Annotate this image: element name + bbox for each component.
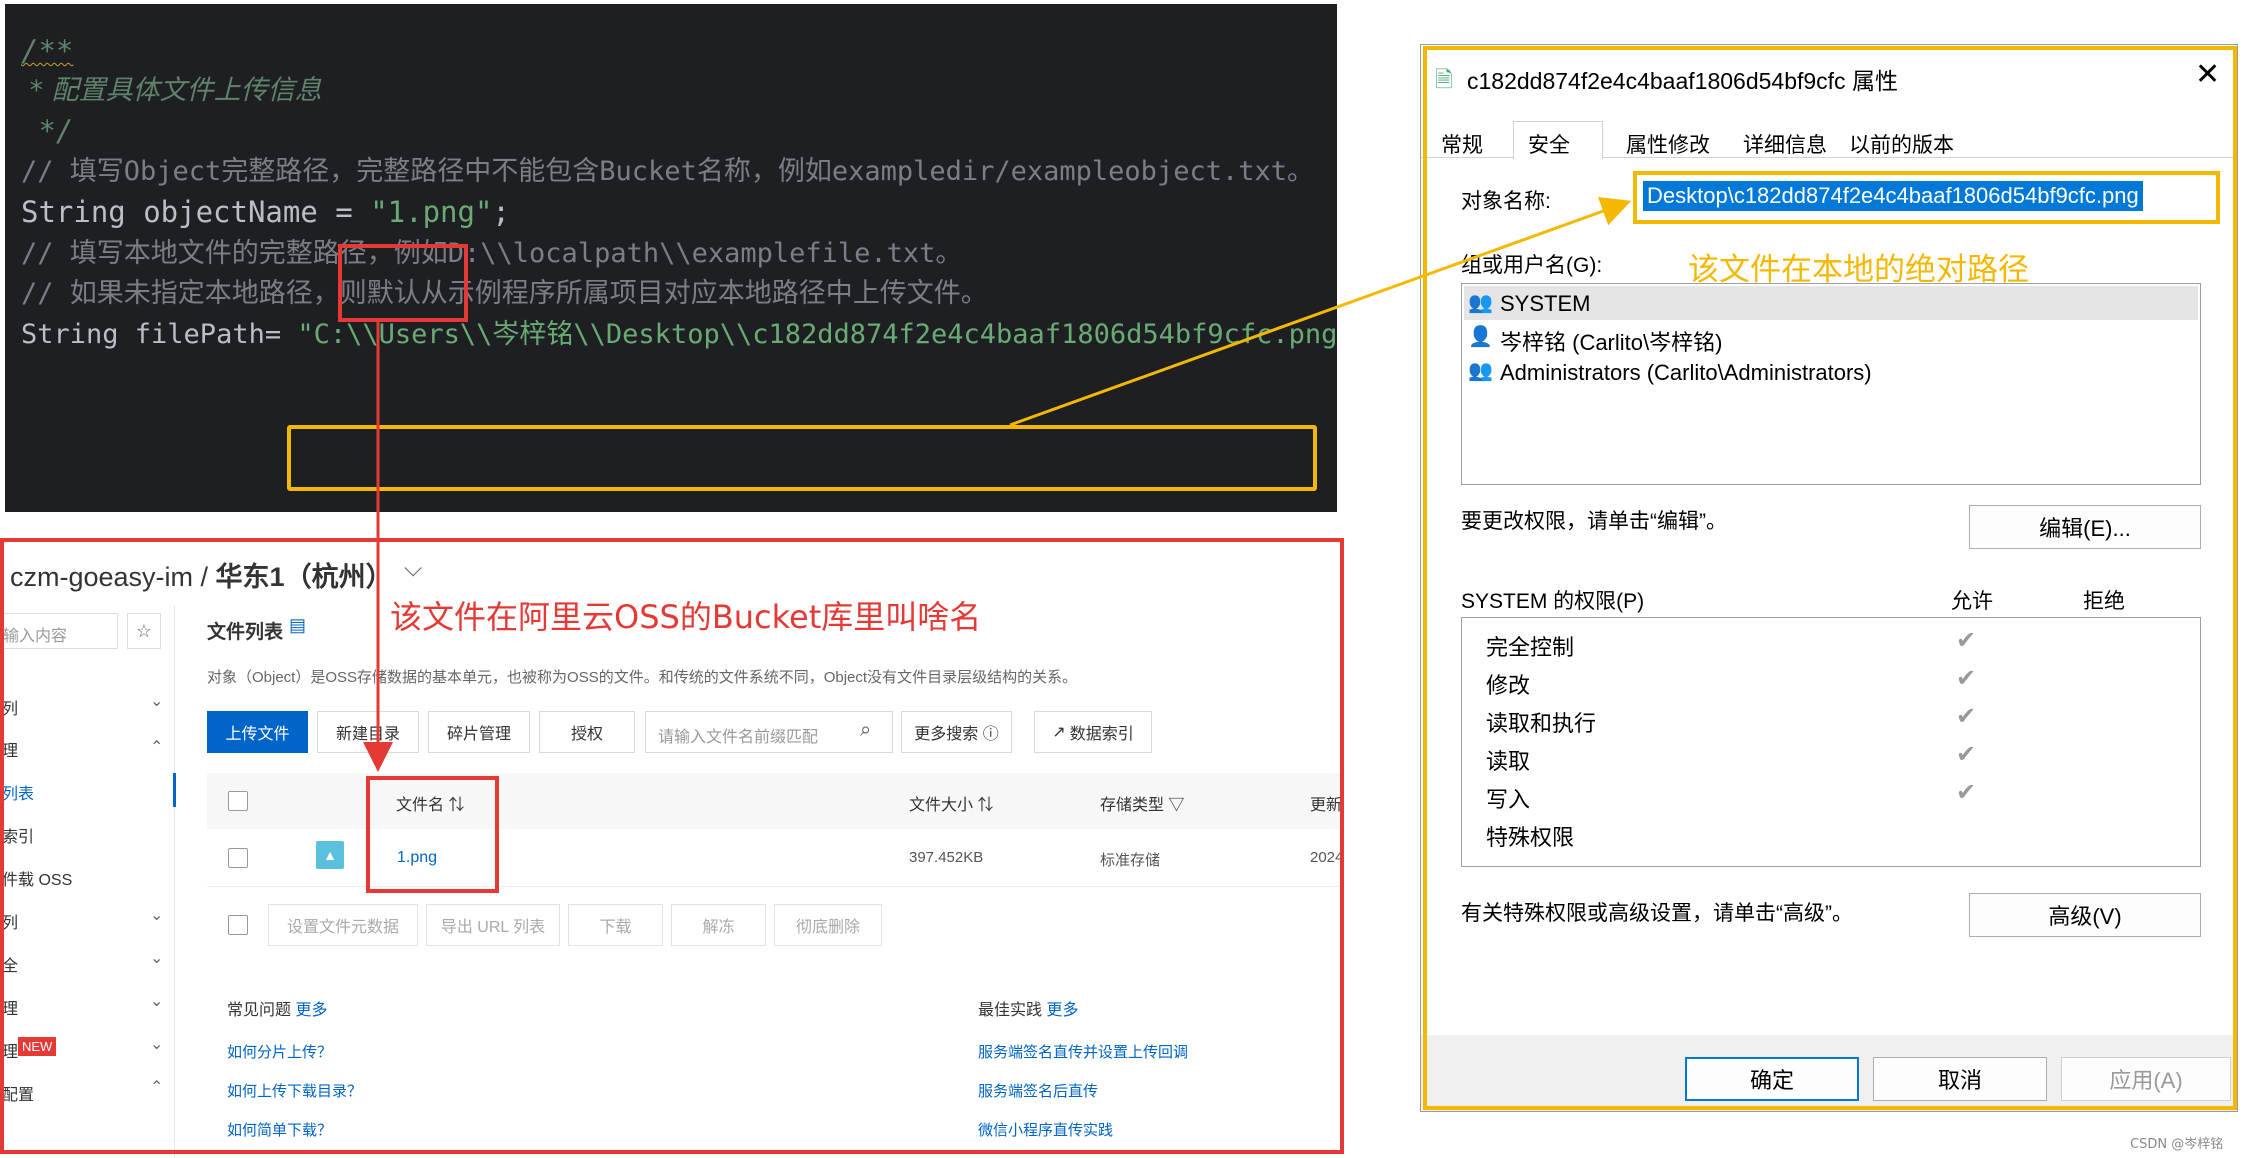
annotation-arrows xyxy=(363,196,1632,772)
watermark: CSDN @岑梓铭 xyxy=(2130,1137,2224,1152)
orange-arrow xyxy=(1009,196,1632,427)
